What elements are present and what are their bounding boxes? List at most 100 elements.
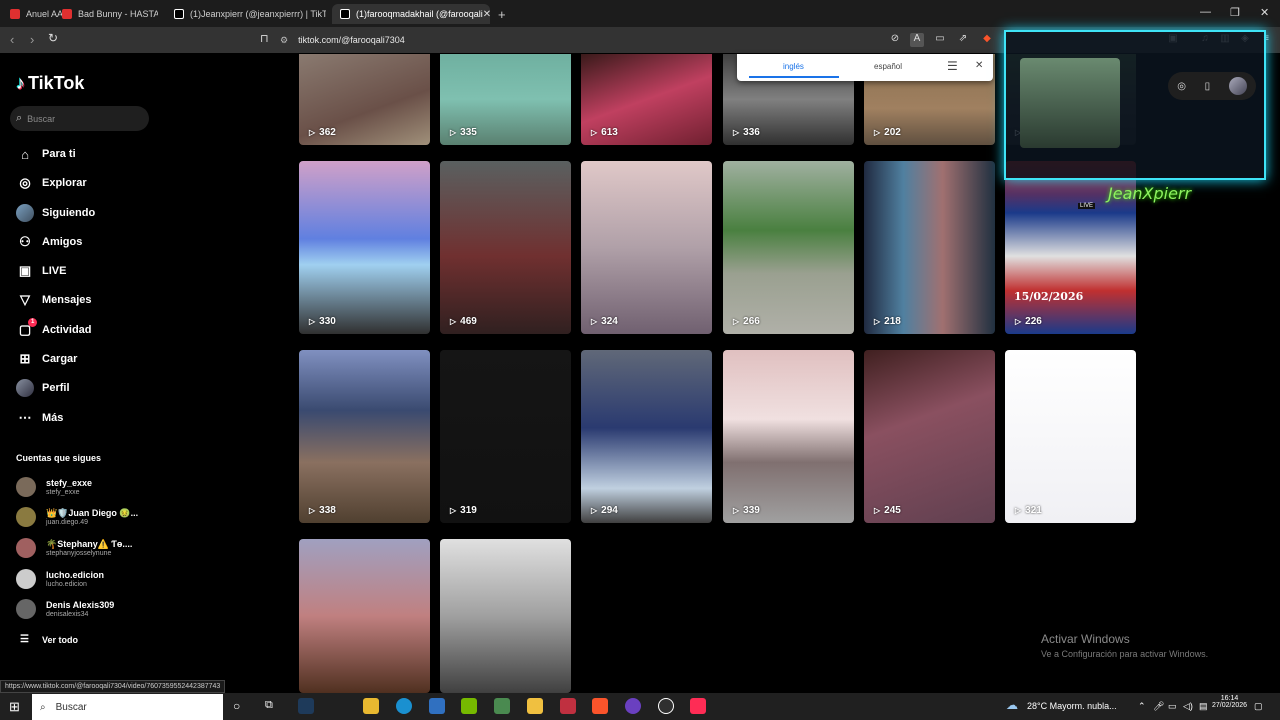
nav-cargar[interactable]: ⊞ Cargar bbox=[16, 349, 78, 369]
edge-icon[interactable] bbox=[396, 698, 412, 714]
phone-icon[interactable]: ▯ bbox=[1205, 81, 1211, 92]
following-account[interactable]: stefy_exxe stefy_exxe bbox=[16, 475, 92, 499]
nav-actividad[interactable]: ▢ 1 Actividad bbox=[16, 318, 92, 340]
video-card[interactable]: ▷ 324 bbox=[581, 161, 712, 334]
view-count: ▷ 321 bbox=[1015, 505, 1042, 516]
file-explorer-icon[interactable] bbox=[527, 698, 543, 714]
nav-siguiendo[interactable]: Siguiendo bbox=[16, 203, 95, 223]
video-card[interactable]: ▷ 613 bbox=[581, 54, 712, 145]
microphone-icon[interactable]: 🎤︎ bbox=[1153, 701, 1164, 712]
task-view-icon[interactable]: ⧉ bbox=[265, 699, 273, 712]
webcam-feed bbox=[1020, 58, 1120, 148]
app-icon[interactable] bbox=[560, 698, 576, 714]
view-count: ▷ 245 bbox=[874, 505, 901, 516]
tab-active[interactable]: (1)farooqmadakhail (@farooqali ✕ bbox=[332, 4, 490, 24]
translate-close-icon[interactable]: ✕ bbox=[975, 60, 983, 71]
nav-perfil[interactable]: Perfil bbox=[16, 378, 70, 398]
store-icon[interactable] bbox=[363, 698, 379, 714]
reload-icon[interactable]: ↻ bbox=[48, 31, 58, 45]
volume-icon[interactable]: ◁) bbox=[1183, 701, 1193, 712]
weather-text[interactable]: 28°C Mayorm. nubla... bbox=[1027, 701, 1117, 711]
app-icon[interactable] bbox=[494, 698, 510, 714]
bookmark-icon[interactable]: ⊓ bbox=[260, 32, 269, 45]
tab-2[interactable]: Bad Bunny - HASTA QU bbox=[62, 4, 158, 24]
view-count-value: 335 bbox=[460, 127, 477, 138]
video-card[interactable]: ▷ 335 bbox=[440, 54, 571, 145]
cast-icon[interactable]: ▭ bbox=[933, 33, 947, 47]
cortana-icon[interactable]: ○ bbox=[233, 699, 240, 713]
nav-amigos[interactable]: ⚇ Amigos bbox=[16, 232, 82, 252]
view-count-value: 613 bbox=[601, 127, 618, 138]
mail-icon[interactable] bbox=[429, 698, 445, 714]
tiktok-logo[interactable]: ♪ TikTok bbox=[16, 73, 84, 94]
minimize-icon[interactable]: — bbox=[1200, 6, 1211, 18]
view-count-value: 330 bbox=[319, 316, 336, 327]
following-account[interactable]: 👑🛡️Juan Diego 🤢... juan.diego.49 bbox=[16, 505, 138, 529]
chevron-up-icon[interactable]: ⌃ bbox=[1138, 701, 1146, 712]
translate-menu-icon[interactable]: ☰ bbox=[947, 59, 958, 73]
nav-live[interactable]: ▣ LIVE bbox=[16, 261, 67, 281]
notifications-icon[interactable]: ▢ bbox=[1254, 701, 1263, 712]
close-tab-icon[interactable]: ✕ bbox=[483, 9, 490, 20]
brave-shield-icon[interactable]: ◆ bbox=[980, 33, 994, 47]
site-info-icon[interactable]: ⚙ bbox=[280, 35, 288, 46]
close-window-icon[interactable]: ✕ bbox=[1260, 6, 1269, 19]
video-card[interactable]: ▷ 266 bbox=[723, 161, 854, 334]
windows-taskbar: ⊞ ⌕ Buscar ○ ⧉ ☁ 28°C Mayorm. nubla... ⌃… bbox=[0, 693, 1280, 720]
tiktok-app-icon[interactable] bbox=[690, 698, 706, 714]
video-card[interactable]: ▷ 321 bbox=[1005, 350, 1136, 523]
forward-icon[interactable]: › bbox=[30, 32, 34, 47]
video-card[interactable]: ▷ 362 bbox=[299, 54, 430, 145]
video-card[interactable]: ▷ 339 bbox=[723, 350, 854, 523]
windows-start-icon[interactable]: ⊞ bbox=[9, 699, 20, 715]
play-icon: ▷ bbox=[733, 317, 740, 326]
following-account[interactable]: Denis Alexis309 denisalexis34 bbox=[16, 597, 114, 621]
video-card[interactable]: ▷ 469 bbox=[440, 161, 571, 334]
news-date: 15/02/2026 bbox=[1014, 290, 1084, 303]
video-card[interactable]: ▷ 245 bbox=[864, 350, 995, 523]
tab-3[interactable]: (1)Jeanxpierr (@jeanxpierrr) | TikTok bbox=[174, 4, 326, 24]
view-count: ▷ 362 bbox=[309, 127, 336, 138]
lang-from-tab[interactable]: inglés bbox=[783, 62, 804, 71]
nav-mas[interactable]: ⋯ Más bbox=[16, 408, 64, 428]
video-card[interactable] bbox=[440, 539, 571, 693]
following-account[interactable]: lucho.edicion lucho.edicion bbox=[16, 567, 104, 591]
app-icon[interactable] bbox=[298, 698, 314, 714]
see-all-button[interactable]: ☰ Ver todo bbox=[20, 634, 78, 645]
tab-1[interactable]: Anuel AA bbox=[10, 4, 68, 24]
video-card[interactable]: ▷ 218 bbox=[864, 161, 995, 334]
share-icon[interactable]: ⇗ bbox=[956, 33, 970, 47]
play-icon: ▷ bbox=[450, 317, 457, 326]
nav-mensajes[interactable]: ▽ Mensajes bbox=[16, 290, 92, 310]
play-icon: ▷ bbox=[874, 317, 881, 326]
following-account[interactable]: 🌴Stephany⚠️ Ƭɵ.... stephanyjosselynune bbox=[16, 536, 132, 560]
clock[interactable]: 16:14 27/02/2026 bbox=[1212, 695, 1247, 709]
nav-explorar[interactable]: ◎ Explorar bbox=[16, 173, 86, 193]
restore-icon[interactable]: ❐ bbox=[1230, 6, 1240, 19]
app-icon[interactable] bbox=[625, 698, 641, 714]
video-card[interactable]: ▷ 338 bbox=[299, 350, 430, 523]
lang-to-tab[interactable]: español bbox=[874, 62, 902, 71]
app-icon[interactable] bbox=[658, 698, 674, 714]
nav-para-ti[interactable]: ⌂ Para ti bbox=[16, 144, 76, 164]
send-icon: ▽ bbox=[20, 292, 30, 307]
new-tab-button[interactable]: + bbox=[498, 4, 506, 24]
brave-icon[interactable] bbox=[592, 698, 608, 714]
view-count-value: 336 bbox=[743, 127, 760, 138]
compass-icon[interactable]: ◎ bbox=[1177, 81, 1186, 92]
streamer-name: JeanXpierr bbox=[1108, 184, 1192, 203]
taskbar-search[interactable]: ⌕ Buscar bbox=[32, 694, 223, 720]
network-icon[interactable]: ▭ bbox=[1168, 701, 1177, 712]
video-card[interactable]: ▷ 330 bbox=[299, 161, 430, 334]
nvidia-icon[interactable] bbox=[461, 698, 477, 714]
no-media-icon[interactable]: ⊘ bbox=[888, 33, 902, 47]
back-icon[interactable]: ‹ bbox=[10, 32, 14, 47]
user-avatar[interactable] bbox=[1228, 77, 1247, 95]
account-handle: denisalexis34 bbox=[46, 610, 89, 618]
video-card[interactable]: ▷ 294 bbox=[581, 350, 712, 523]
translate-icon[interactable]: A bbox=[910, 33, 924, 47]
video-card[interactable] bbox=[299, 539, 430, 693]
video-card[interactable]: ▷ 319 bbox=[440, 350, 571, 523]
search-input[interactable]: ⌕ Buscar bbox=[10, 106, 149, 131]
keyboard-icon[interactable]: ▤ bbox=[1199, 701, 1208, 712]
